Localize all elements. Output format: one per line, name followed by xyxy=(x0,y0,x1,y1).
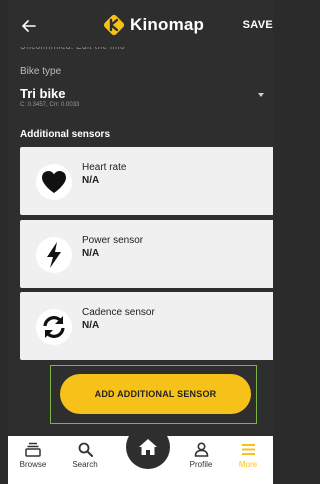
browse-icon xyxy=(25,442,41,457)
nav-item-search[interactable]: Search xyxy=(60,442,110,469)
search-icon xyxy=(78,442,93,457)
sensor-card-heart-rate[interactable]: Heart rate N/A xyxy=(20,147,273,215)
back-button[interactable] xyxy=(18,15,40,37)
bike-type-value: Tri bike xyxy=(20,86,66,101)
add-additional-sensor-button[interactable]: ADD ADDITIONAL SENSOR xyxy=(60,374,251,414)
nav-label: Browse xyxy=(19,460,47,469)
sensor-value: N/A xyxy=(82,175,100,186)
clipped-text: Unconfirmed. Edit the info xyxy=(20,47,170,51)
app-screen: Kinomap SAVE Unconfirmed. Edit the info … xyxy=(8,0,273,484)
sync-icon xyxy=(36,309,72,345)
app-header: Kinomap SAVE xyxy=(8,0,273,52)
sensor-value: N/A xyxy=(82,320,100,331)
sensor-name: Power sensor xyxy=(82,235,144,246)
kinomap-logo: Kinomap xyxy=(103,14,204,36)
profile-icon xyxy=(194,442,208,457)
add-sensor-highlight: ADD ADDITIONAL SENSOR xyxy=(50,365,257,424)
bike-type-coefficients: C: 0.3457, Crr: 0.0033 xyxy=(20,102,80,108)
bike-type-label: Bike type xyxy=(20,66,62,77)
home-icon xyxy=(139,439,157,455)
arrow-left-icon xyxy=(22,20,36,32)
home-button[interactable] xyxy=(126,425,170,469)
nav-item-profile[interactable]: Profile xyxy=(176,442,226,469)
sensor-name: Cadence sensor xyxy=(82,307,155,318)
heart-icon xyxy=(36,164,72,200)
save-button[interactable]: SAVE xyxy=(243,19,273,31)
kinomap-logo-icon xyxy=(103,14,125,36)
dropdown-caret-icon xyxy=(258,93,264,97)
sensor-value: N/A xyxy=(82,248,100,259)
lightning-icon xyxy=(36,237,72,273)
nav-label: More xyxy=(238,460,258,469)
sensor-card-cadence[interactable]: Cadence sensor N/A xyxy=(20,292,273,360)
additional-sensors-title: Additional sensors xyxy=(20,129,111,140)
menu-icon xyxy=(241,444,255,455)
sensor-name: Heart rate xyxy=(82,162,127,173)
nav-item-more[interactable]: More xyxy=(223,442,273,469)
nav-label: Search xyxy=(72,460,98,469)
bike-type-select[interactable]: Tri bike C: 0.3457, Crr: 0.0033 xyxy=(16,80,268,116)
logo-text: Kinomap xyxy=(130,15,205,34)
nav-item-browse[interactable]: Browse xyxy=(8,442,58,469)
nav-label: Profile xyxy=(189,460,213,469)
sensor-card-power[interactable]: Power sensor N/A xyxy=(20,220,273,288)
